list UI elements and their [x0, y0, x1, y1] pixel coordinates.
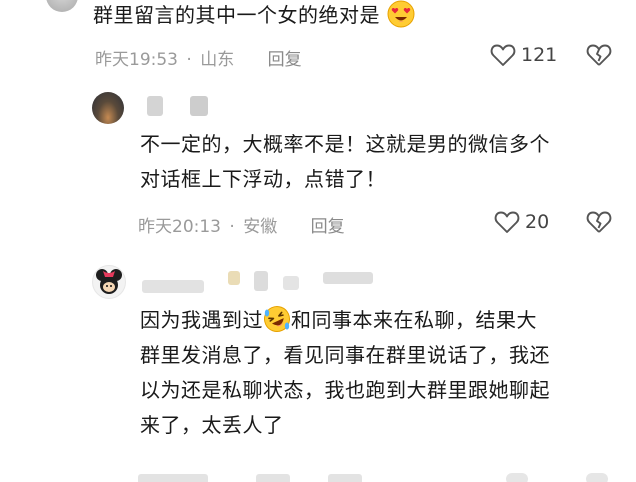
- blurred-username: [142, 280, 204, 293]
- blurred-username: [283, 276, 299, 290]
- comment-location: 山东: [200, 50, 235, 70]
- reply-button[interactable]: 回复: [311, 217, 345, 237]
- dislike-button[interactable]: [586, 43, 612, 67]
- avatar[interactable]: [46, 0, 78, 12]
- comment-line: 不一定的，大概率不是！这就是男的微信多个: [140, 132, 550, 156]
- blurred-username: [147, 96, 163, 116]
- comment-body: 群里留言的其中一个女的绝对是: [93, 3, 380, 27]
- meta-placeholder: [256, 474, 290, 482]
- comment-meta: 昨天19:53 · 山东 回复: [95, 45, 302, 70]
- comment-location: 安徽: [243, 217, 278, 237]
- like-placeholder[interactable]: [506, 473, 528, 482]
- comment-line: 群里发消息了，看见同事在群里说话了，我还: [140, 343, 550, 367]
- blurred-username: [254, 271, 268, 291]
- broken-heart-icon: [586, 43, 612, 67]
- heart-eyes-emoji-icon: [387, 0, 415, 28]
- dislike-placeholder[interactable]: [586, 473, 608, 482]
- meta-placeholder: [138, 474, 208, 482]
- comment-line: 因为我遇到过 和同事本来在私聊，结果大: [140, 303, 550, 338]
- rofl-emoji-icon: [263, 305, 291, 333]
- meta-placeholder: [328, 474, 362, 482]
- comment-time: 昨天19:53: [95, 50, 178, 70]
- comment-text: 群里留言的其中一个女的绝对是: [93, 0, 415, 33]
- comment-line: 来了，太丢人了: [140, 413, 284, 437]
- comment-text: 不一定的，大概率不是！这就是男的微信多个 对话框上下浮动，点错了！: [140, 127, 550, 197]
- comment-fragment: 因为我遇到过: [140, 308, 263, 332]
- like-button[interactable]: 20: [494, 210, 549, 234]
- like-button[interactable]: 121: [490, 43, 557, 67]
- comment-time: 昨天20:13: [138, 217, 221, 237]
- avatar[interactable]: [92, 92, 124, 124]
- comment-text: 因为我遇到过 和同事本来在私聊，结果大 群里发消息了，看见同事在群里说话了，我还…: [140, 303, 550, 443]
- blurred-username: [190, 96, 208, 116]
- comment-line: 对话框上下浮动，点错了！: [140, 167, 386, 191]
- broken-heart-icon: [586, 210, 612, 234]
- cut-off-meta-row: [138, 470, 636, 482]
- reply-button[interactable]: 回复: [268, 50, 302, 70]
- comment-fragment: 和同事本来在私聊，结果大: [291, 308, 537, 332]
- heart-outline-icon: [490, 43, 516, 67]
- comment-meta: 昨天20:13 · 安徽 回复: [138, 212, 345, 237]
- like-count: 20: [525, 211, 550, 233]
- comment-line: 以为还是私聊状态，我也跑到大群里跟她聊起: [140, 378, 550, 402]
- avatar[interactable]: [92, 265, 126, 299]
- blurred-username: [228, 271, 240, 285]
- meta-separator: ·: [186, 50, 192, 70]
- dislike-button[interactable]: [586, 210, 612, 234]
- like-count: 121: [521, 44, 558, 66]
- blurred-username: [323, 272, 373, 284]
- heart-outline-icon: [494, 210, 520, 234]
- meta-separator: ·: [229, 217, 235, 237]
